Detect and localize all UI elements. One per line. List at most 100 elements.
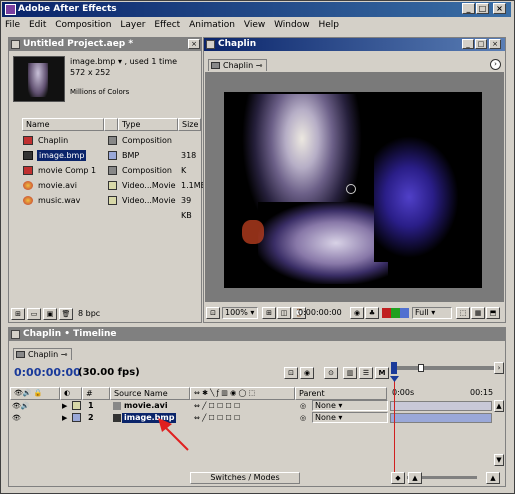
layer-duration-bar[interactable] bbox=[390, 413, 492, 423]
selected-dims: 572 x 252 bbox=[70, 68, 111, 77]
layer-num-header: # bbox=[82, 387, 110, 400]
zoom-out-icon[interactable]: ◆ bbox=[391, 472, 405, 484]
table-row[interactable]: 👁 ▶ 2 image.bmp ⇔ ╱ ☐ ☐ ☐ ☐ ◎ None ▾ bbox=[10, 412, 390, 424]
table-row[interactable]: 👁🔊 ▶ 1 movie.avi ⇔ ╱ ☐ ☐ ☐ ☐ ◎ None ▾ bbox=[10, 400, 390, 412]
parent-select[interactable]: None ▾ bbox=[312, 412, 388, 423]
comp-timecode[interactable]: 0:00:00:00 bbox=[298, 308, 342, 317]
maximize-button[interactable]: □ bbox=[476, 3, 489, 14]
timeline-bottom-left bbox=[10, 472, 34, 484]
list-item[interactable]: image.bmp BMP 318 K bbox=[10, 148, 200, 175]
visibility-icon[interactable]: 👁 bbox=[12, 412, 21, 424]
show-snapshot-icon[interactable]: ♣ bbox=[365, 307, 379, 319]
region-of-interest-icon[interactable]: ⬚ bbox=[456, 307, 470, 319]
layer-empty-area bbox=[10, 425, 388, 469]
chaplin-frame-image bbox=[224, 92, 482, 288]
col-name[interactable]: Name bbox=[22, 118, 104, 131]
timeline-timecode[interactable]: 0:00:00:00 bbox=[14, 366, 81, 379]
project-close-button[interactable]: × bbox=[188, 39, 200, 49]
menu-window[interactable]: Window bbox=[271, 18, 313, 32]
scroll-up-icon[interactable]: ▲ bbox=[494, 400, 504, 412]
comp-minimize-button[interactable]: _ bbox=[462, 39, 474, 49]
comp-mini-flowchart-icon[interactable]: ⊡ bbox=[284, 367, 298, 379]
menu-file[interactable]: File bbox=[2, 18, 23, 32]
col-parent[interactable]: Parent bbox=[295, 387, 387, 400]
trash-icon[interactable]: 🗑 bbox=[59, 308, 73, 320]
selected-name: image.bmp ▾ , used 1 time bbox=[70, 57, 178, 66]
scroll-down-icon[interactable]: ▼ bbox=[494, 454, 504, 466]
comp-close-button[interactable]: × bbox=[489, 39, 501, 49]
red-arrow-icon bbox=[158, 418, 189, 451]
label-icon[interactable] bbox=[104, 118, 118, 131]
menu-composition[interactable]: Composition bbox=[52, 18, 114, 32]
list-item[interactable]: Chaplin Composition bbox=[10, 133, 200, 148]
project-titlebar: Untitled Project.aep * bbox=[9, 38, 201, 51]
zoom-select[interactable]: 100% ▾ bbox=[222, 307, 258, 319]
menu-layer[interactable]: Layer bbox=[117, 18, 148, 32]
current-time-indicator[interactable] bbox=[394, 378, 395, 478]
menu-effect[interactable]: Effect bbox=[151, 18, 183, 32]
channel-red-icon[interactable] bbox=[382, 308, 391, 318]
menu-view[interactable]: View bbox=[241, 18, 268, 32]
ruler-end: 00:15 bbox=[470, 388, 494, 397]
snapshot-icon[interactable]: ◉ bbox=[350, 307, 364, 319]
timeline-tab[interactable]: Chaplin ⊸ bbox=[13, 348, 73, 360]
list-item[interactable]: movie.avi Video...Movie 1.1MB bbox=[10, 178, 206, 193]
composition-icon bbox=[23, 136, 33, 145]
expand-icon[interactable]: ▶ bbox=[62, 412, 67, 424]
menu-help[interactable]: Help bbox=[315, 18, 342, 32]
channel-blue-icon[interactable] bbox=[400, 308, 409, 318]
menu-animation[interactable]: Animation bbox=[186, 18, 238, 32]
timeline-titlebar: Chaplin • Timeline bbox=[9, 328, 505, 341]
project-scrollbar[interactable] bbox=[110, 309, 195, 320]
menu-edit[interactable]: Edit bbox=[26, 18, 49, 32]
scroll-right-icon[interactable]: › bbox=[494, 362, 504, 374]
comp-tab[interactable]: Chaplin ⊸ bbox=[208, 59, 268, 71]
motion-blur-icon[interactable]: ☰ bbox=[359, 367, 373, 379]
list-item[interactable]: movie Comp 1 Composition bbox=[10, 163, 200, 178]
parent-select[interactable]: None ▾ bbox=[312, 400, 388, 411]
footage-icon bbox=[113, 402, 121, 410]
timeline-icon bbox=[11, 330, 20, 339]
composition-icon bbox=[23, 166, 33, 175]
list-item[interactable]: music.wav Video...Movie 39 KB bbox=[10, 193, 200, 220]
new-folder-icon[interactable]: ▭ bbox=[27, 308, 41, 320]
col-source-name[interactable]: Source Name bbox=[110, 387, 190, 400]
label-swatch bbox=[108, 181, 117, 190]
visibility-icon[interactable]: 👁🔊 bbox=[12, 400, 30, 412]
comp-menu-icon[interactable]: › bbox=[490, 59, 501, 70]
graph-editor-icon[interactable]: M bbox=[375, 367, 389, 379]
label-swatch[interactable] bbox=[72, 401, 81, 410]
new-comp-icon[interactable]: ▣ bbox=[43, 308, 57, 320]
label-swatch bbox=[108, 136, 117, 145]
work-area-bar[interactable] bbox=[388, 362, 504, 374]
channel-green-icon[interactable] bbox=[391, 308, 400, 318]
interpret-footage-button[interactable]: ⊞ bbox=[11, 308, 25, 320]
bpc-button[interactable]: 8 bpc bbox=[78, 309, 100, 318]
col-size[interactable]: Size bbox=[178, 118, 201, 131]
comp-flowchart-button[interactable]: ⊡ bbox=[206, 307, 220, 319]
expand-icon[interactable]: ▶ bbox=[62, 400, 67, 412]
3d-view-icon[interactable]: ⬒ bbox=[486, 307, 500, 319]
zoom-in-icon[interactable]: ▲ bbox=[486, 472, 500, 484]
frame-blending-icon[interactable]: ▥ bbox=[343, 367, 357, 379]
live-update-icon[interactable]: ◉ bbox=[300, 367, 314, 379]
minimize-button[interactable]: _ bbox=[462, 3, 475, 14]
zoom-slider-thumb-icon[interactable]: ▲ bbox=[408, 472, 422, 484]
pickwhip-icon[interactable]: ◎ bbox=[300, 412, 306, 424]
selected-colors: Millions of Colors bbox=[70, 88, 130, 96]
transparency-grid-icon[interactable]: ▦ bbox=[471, 307, 485, 319]
close-button[interactable]: × bbox=[493, 3, 506, 14]
col-type[interactable]: Type bbox=[118, 118, 178, 131]
safe-zones-icon[interactable]: ⊞ bbox=[262, 307, 276, 319]
pickwhip-icon[interactable]: ◎ bbox=[300, 400, 306, 412]
layer-switches[interactable]: ⇔ ╱ ☐ ☐ ☐ ☐ bbox=[194, 412, 240, 424]
switches-modes-toggle[interactable]: Switches / Modes bbox=[190, 472, 300, 484]
track-empty-area bbox=[388, 425, 504, 469]
label-swatch[interactable] bbox=[72, 413, 81, 422]
draft-3d-icon[interactable]: ⊙ bbox=[324, 367, 338, 379]
resolution-select[interactable]: Full ▾ bbox=[412, 307, 452, 319]
comp-maximize-button[interactable]: □ bbox=[475, 39, 487, 49]
layer-switches[interactable]: ⇔ ╱ ☐ ☐ ☐ ☐ bbox=[194, 400, 240, 412]
mask-icon[interactable]: ◫ bbox=[277, 307, 291, 319]
layer-duration-bar[interactable] bbox=[390, 401, 492, 411]
